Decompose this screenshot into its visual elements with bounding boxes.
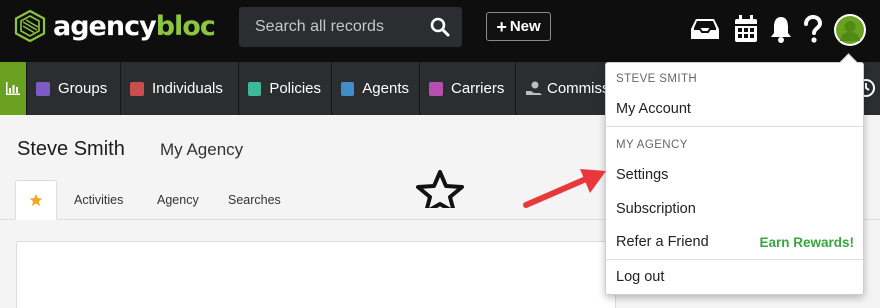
nav-swatch <box>248 81 262 96</box>
user-menu-user-header: STEVE SMITH <box>616 73 698 85</box>
favorites-card <box>16 241 616 308</box>
user-menu-agency-header: MY AGENCY <box>616 139 688 151</box>
nav-swatch <box>130 81 144 96</box>
my-account-link[interactable]: My Account <box>616 101 691 117</box>
user-menu: STEVE SMITH My Account MY AGENCY Setting… <box>605 62 864 295</box>
menu-divider <box>606 259 863 260</box>
plus-icon: + <box>496 16 507 37</box>
earn-rewards-link[interactable]: Earn Rewards! <box>759 235 854 250</box>
user-avatar-icon <box>836 16 864 44</box>
logo-cube-icon <box>14 10 46 42</box>
star-icon <box>29 193 43 207</box>
top-bar: agencybloc +New <box>0 0 880 62</box>
agency-name: My Agency <box>160 140 244 159</box>
nav-item-individuals[interactable]: Individuals <box>120 62 238 115</box>
new-button-label: New <box>509 18 541 35</box>
nav-item-label: Individuals <box>152 80 223 97</box>
refer-friend-link[interactable]: Refer a Friend <box>616 234 709 250</box>
logo[interactable]: agencybloc <box>14 10 216 42</box>
search-icon[interactable] <box>430 17 450 37</box>
search-box <box>239 7 462 47</box>
logo-text-bloc: bloc <box>155 10 216 42</box>
dashboard-button[interactable] <box>0 62 26 115</box>
commission-hand-icon <box>526 81 542 95</box>
chart-icon <box>6 82 20 95</box>
nav-swatch <box>341 81 355 96</box>
tab-agency[interactable]: Agency <box>157 193 199 207</box>
help-icon[interactable] <box>798 14 828 44</box>
settings-link[interactable]: Settings <box>616 167 668 183</box>
nav-item-label: Policies <box>269 80 321 97</box>
nav-swatch <box>36 81 50 96</box>
annotation-arrow-icon <box>523 169 606 208</box>
nav-item-label: Agents <box>362 80 409 97</box>
empty-star-icon <box>416 170 464 208</box>
nav-item-label: Commiss <box>547 80 610 97</box>
page-title: Steve Smith <box>17 138 125 160</box>
calendar-icon[interactable] <box>731 14 761 44</box>
nav-item-groups[interactable]: Groups <box>26 62 120 115</box>
subscription-link[interactable]: Subscription <box>616 201 696 217</box>
nav-item-carriers[interactable]: Carriers <box>419 62 515 115</box>
search-input[interactable] <box>255 18 415 36</box>
bell-icon[interactable] <box>766 14 796 44</box>
nav-item-agents[interactable]: Agents <box>331 62 419 115</box>
tab-searches[interactable]: Searches <box>228 193 281 207</box>
logo-text-agency: agency <box>53 10 157 42</box>
nav-item-label: Groups <box>58 80 108 97</box>
tab-favorites[interactable] <box>15 180 57 220</box>
avatar[interactable] <box>834 14 866 46</box>
new-button[interactable]: + New <box>486 12 551 41</box>
logout-link[interactable]: Log out <box>616 269 664 285</box>
inbox-icon[interactable] <box>690 14 720 44</box>
tab-activities[interactable]: Activities <box>74 193 123 207</box>
nav-item-label: Carriers <box>451 80 505 97</box>
nav-item-policies[interactable]: Policies <box>238 62 331 115</box>
menu-divider <box>606 126 863 127</box>
nav-swatch <box>429 81 443 96</box>
